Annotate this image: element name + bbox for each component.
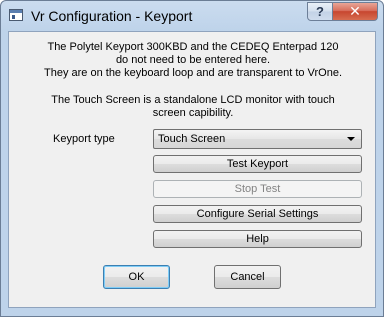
- dialog-window: Vr Configuration - Keyport ? ✕ The Polyt…: [0, 0, 384, 317]
- keyport-type-value: Touch Screen: [158, 133, 226, 145]
- info-line: They are on the keyboard loop and are tr…: [44, 67, 342, 79]
- info-line: screen capibility.: [152, 107, 234, 119]
- dropdown-arrow-icon: [347, 137, 355, 141]
- test-keyport-button[interactable]: Test Keyport: [153, 155, 362, 173]
- keyport-type-label: Keyport type: [53, 133, 115, 145]
- keyport-info-text: The Polytel Keyport 300KBD and the CEDEQ…: [9, 41, 377, 80]
- help-titlebar-button[interactable]: ?: [307, 2, 333, 21]
- close-button[interactable]: ✕: [332, 2, 378, 21]
- title-bar[interactable]: Vr Configuration - Keyport ? ✕: [1, 1, 383, 31]
- dialog-content: The Polytel Keyport 300KBD and the CEDEQ…: [8, 31, 376, 308]
- cancel-button[interactable]: Cancel: [214, 265, 281, 289]
- configure-serial-settings-button[interactable]: Configure Serial Settings: [153, 205, 362, 223]
- touch-screen-info-text: The Touch Screen is a standalone LCD mon…: [9, 94, 377, 120]
- close-icon: ✕: [349, 3, 361, 19]
- info-line: do not need to be entered here.: [115, 54, 271, 66]
- window-title: Vr Configuration - Keyport: [31, 8, 193, 24]
- help-button[interactable]: Help: [153, 230, 362, 248]
- question-mark-icon: ?: [316, 4, 324, 19]
- ok-button[interactable]: OK: [103, 265, 170, 289]
- info-line: The Polytel Keyport 300KBD and the CEDEQ…: [47, 41, 339, 53]
- app-window-icon: [9, 9, 23, 21]
- keyport-type-dropdown[interactable]: Touch Screen: [153, 129, 362, 149]
- stop-test-button: Stop Test: [153, 180, 362, 198]
- info-line: The Touch Screen is a standalone LCD mon…: [51, 94, 335, 106]
